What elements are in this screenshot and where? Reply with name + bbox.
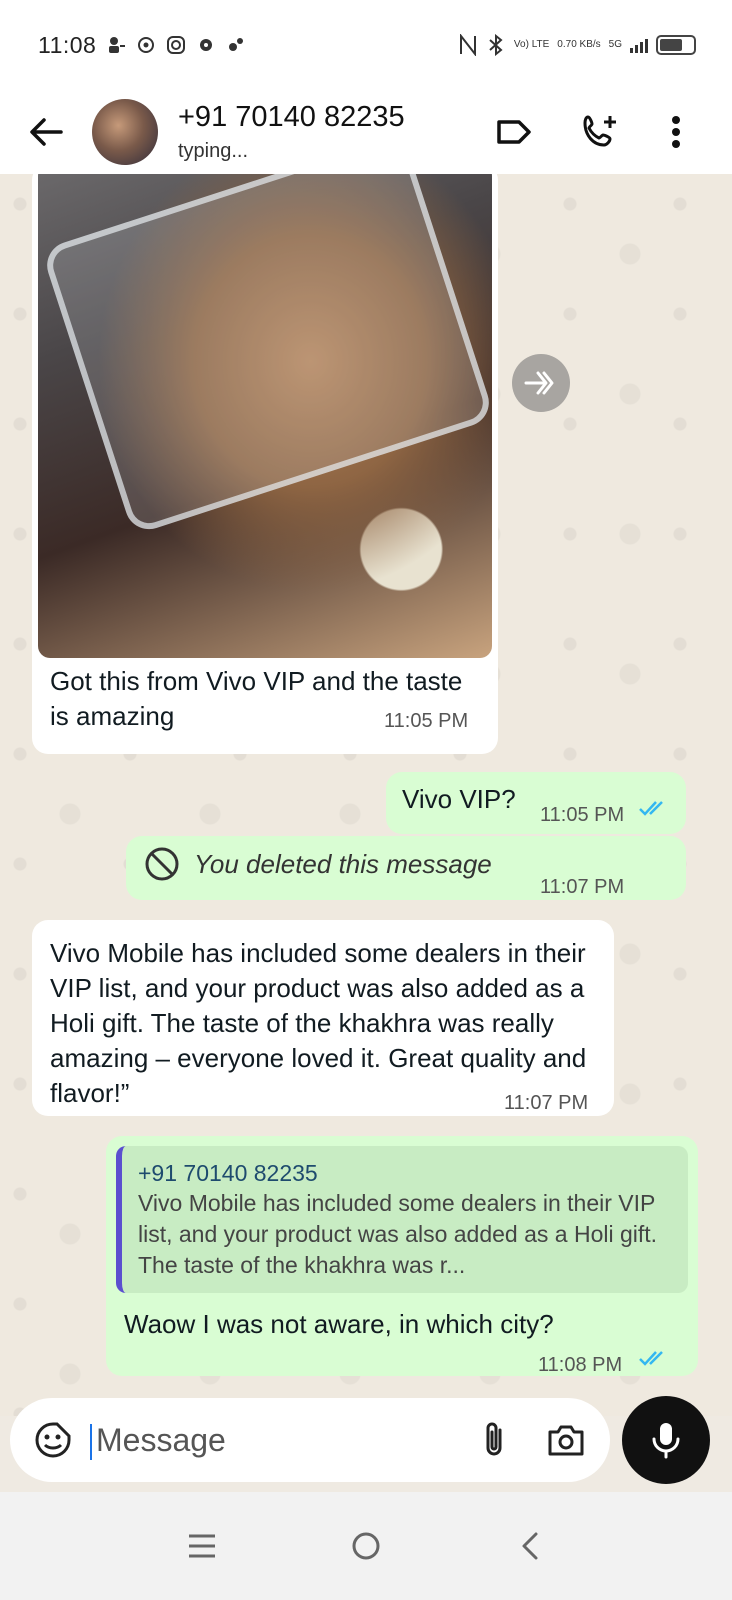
camera-icon xyxy=(548,1425,584,1456)
status-left: 11:08 xyxy=(38,32,246,59)
chat-area[interactable]: Got this from Vivo VIP and the taste is … xyxy=(0,174,732,1416)
contact-avatar[interactable] xyxy=(92,99,158,165)
menu-lines-icon xyxy=(189,1534,215,1558)
contact-status: typing... xyxy=(178,140,249,162)
settings-notification-icon xyxy=(136,35,156,55)
shared-photo[interactable] xyxy=(38,174,492,658)
attach-button[interactable] xyxy=(470,1416,518,1464)
message-time: 11:07 PM xyxy=(504,1092,589,1114)
photo-tray xyxy=(40,174,492,536)
message-input[interactable]: Message xyxy=(90,1422,446,1460)
profile-notification-icon xyxy=(106,35,126,55)
add-call-button[interactable] xyxy=(570,102,630,162)
outgoing-message-bubble[interactable]: Vivo VIP? 11:05 PM xyxy=(386,772,686,834)
network-speed: 0.70 KB/s xyxy=(557,39,601,50)
sticker-icon xyxy=(35,1422,71,1458)
message-composer: Message xyxy=(10,1398,610,1482)
reply-message-bubble[interactable]: +91 70140 82235 Vivo Mobile has included… xyxy=(106,1136,698,1376)
blocked-icon xyxy=(145,847,179,881)
recent-apps-button[interactable] xyxy=(172,1516,232,1576)
contact-info[interactable]: +91 70140 82235 typing... xyxy=(178,101,484,163)
back-nav-button[interactable] xyxy=(500,1516,560,1576)
network-type: 5G xyxy=(608,39,622,50)
chevron-left-icon xyxy=(522,1532,538,1560)
home-circle-icon xyxy=(352,1532,380,1560)
message-time: 11:05 PM xyxy=(540,804,625,826)
phone-plus-icon xyxy=(583,115,616,147)
message-text: Waow I was not aware, in which city? xyxy=(124,1309,554,1339)
label-icon xyxy=(497,120,531,144)
camera-button[interactable] xyxy=(542,1416,590,1464)
image-message-bubble[interactable]: Got this from Vivo VIP and the taste is … xyxy=(32,174,498,754)
more-vertical-icon xyxy=(672,116,680,148)
incoming-message-bubble[interactable]: Vivo Mobile has included some dealers in… xyxy=(32,920,614,1116)
back-button[interactable] xyxy=(16,102,76,162)
status-bar: 11:08 Vo) LTE 0.70 KB/s 5G xyxy=(0,0,732,90)
message-text: Vivo Mobile has included some dealers in… xyxy=(50,938,587,1108)
chat-header: +91 70140 82235 typing... xyxy=(0,90,732,174)
message-time: 11:05 PM xyxy=(384,710,469,732)
status-right: Vo) LTE 0.70 KB/s 5G xyxy=(458,34,696,56)
instagram-notification-icon xyxy=(166,35,186,55)
microphone-icon xyxy=(652,1423,680,1459)
message-text: Vivo VIP? xyxy=(402,784,516,814)
battery-icon xyxy=(656,35,696,55)
forward-icon xyxy=(524,371,554,395)
read-receipt-icon xyxy=(638,794,668,829)
deleted-text: You deleted this message xyxy=(194,848,492,879)
system-nav-bar xyxy=(0,1492,732,1600)
forward-button[interactable] xyxy=(512,354,570,412)
signal-icon xyxy=(630,37,648,53)
home-button[interactable] xyxy=(336,1516,396,1576)
quote-author: +91 70140 82235 xyxy=(138,1160,318,1186)
contact-name: +91 70140 82235 xyxy=(178,101,405,133)
quoted-message[interactable]: +91 70140 82235 Vivo Mobile has included… xyxy=(116,1146,688,1293)
paperclip-icon xyxy=(486,1422,502,1456)
nfc-icon xyxy=(458,34,478,56)
back-arrow-icon xyxy=(30,118,63,146)
message-time: 11:07 PM xyxy=(540,876,625,898)
label-button[interactable] xyxy=(484,102,544,162)
status-time: 11:08 xyxy=(38,31,97,58)
quote-text: Vivo Mobile has included some dealers in… xyxy=(138,1190,658,1278)
deleted-message-bubble[interactable]: You deleted this message 11:07 PM xyxy=(126,836,686,900)
sticker-button[interactable] xyxy=(30,1417,76,1463)
read-receipt-icon xyxy=(638,1344,668,1379)
gear-notification-icon xyxy=(196,35,216,55)
volte-label: Vo) LTE xyxy=(513,39,550,50)
bluetooth-icon xyxy=(486,34,506,56)
gears-notification-icon xyxy=(226,35,246,55)
message-time: 11:08 PM xyxy=(538,1354,623,1376)
more-options-button[interactable] xyxy=(646,102,706,162)
voice-message-button[interactable] xyxy=(622,1396,710,1484)
